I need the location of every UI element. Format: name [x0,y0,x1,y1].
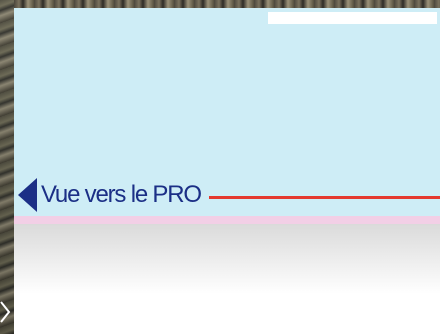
top-white-bar [268,12,437,24]
nav-label: Vue vers le PRO [41,181,202,208]
chevron-right-icon[interactable] [0,298,14,326]
red-divider [208,195,440,199]
background-photo-left [0,0,14,334]
grey-fade [14,224,440,294]
pink-strip [14,216,440,224]
back-nav-link[interactable]: Vue vers le PRO [14,176,440,214]
background-photo-top [14,0,440,8]
triangle-left-icon [18,178,37,212]
